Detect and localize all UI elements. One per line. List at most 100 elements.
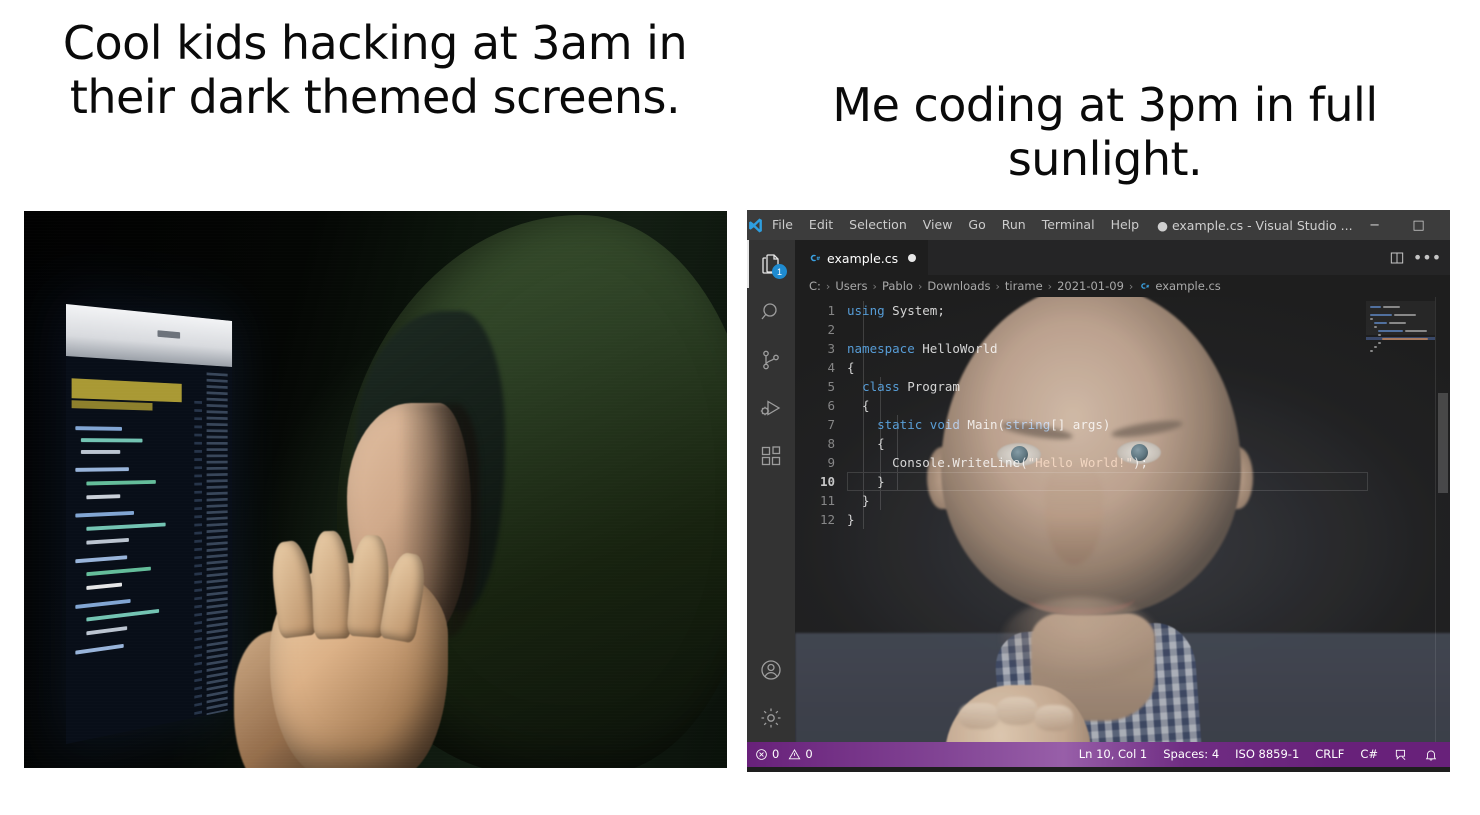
editor-actions: ••• <box>1384 240 1450 275</box>
sidebar-item-explorer[interactable]: 1 <box>747 240 795 288</box>
breadcrumb-separator: › <box>872 279 877 293</box>
window-controls: − □ ✕ <box>1353 210 1450 240</box>
minimize-button[interactable]: − <box>1353 210 1397 240</box>
maximize-button[interactable]: □ <box>1397 210 1441 240</box>
status-eol[interactable]: CRLF <box>1307 742 1352 767</box>
status-language-mode[interactable]: C# <box>1352 742 1386 767</box>
code-line[interactable]: { <box>847 358 1450 377</box>
menu-terminal[interactable]: Terminal <box>1034 210 1103 240</box>
sidebar-item-extensions[interactable] <box>747 432 795 480</box>
line-number: 11 <box>819 493 835 508</box>
dark-hacker-photo <box>24 211 727 768</box>
menu-file[interactable]: File <box>764 210 801 240</box>
editor-scrollbar[interactable] <box>1436 297 1450 742</box>
code-editor[interactable]: 1 2 3 4 5 6 7 8 9 10 11 12 using System; namespace … <box>795 297 1450 742</box>
breadcrumb-item-3[interactable]: Downloads <box>927 279 990 293</box>
feedback-icon[interactable] <box>1386 748 1416 762</box>
more-actions-icon[interactable]: ••• <box>1413 243 1441 273</box>
title-bar: File Edit Selection View Go Run Terminal… <box>747 210 1450 240</box>
editor-group: example.cs ••• C: › Users › Pablo › Down… <box>795 240 1450 742</box>
status-errors[interactable]: 0 0 <box>747 742 821 767</box>
breadcrumb-item-5[interactable]: 2021-01-09 <box>1057 279 1124 293</box>
status-indentation[interactable]: Spaces: 4 <box>1155 742 1227 767</box>
monitor-screen <box>66 304 233 744</box>
reflection-checkered-shirt <box>993 620 1209 742</box>
monitor-highlight-band-2 <box>71 400 153 411</box>
window-title: ● example.cs - Visual Studio ... <box>1157 217 1353 233</box>
status-cursor-position[interactable]: Ln 10, Col 1 <box>1071 742 1156 767</box>
error-count: 0 <box>772 747 780 761</box>
caption-right: Me coding at 3pm in full sunlight. <box>832 78 1378 187</box>
bell-icon[interactable] <box>1416 748 1450 762</box>
breadcrumb-separator: › <box>917 279 923 293</box>
reflection-fist <box>945 685 1091 742</box>
breadcrumb-item-4[interactable]: tirame <box>1005 279 1043 293</box>
monitor-code-content <box>66 356 233 744</box>
breadcrumb-item-0[interactable]: C: <box>809 279 821 293</box>
menu-selection[interactable]: Selection <box>841 210 915 240</box>
tab-label: example.cs <box>827 250 899 266</box>
code-line[interactable]: Console.WriteLine("Hello World!"); <box>847 453 1450 472</box>
meme-container: Cool kids hacking at 3am in their dark t… <box>0 0 1480 815</box>
vscode-logo-icon <box>747 217 764 234</box>
tab-dirty-indicator[interactable] <box>908 254 917 262</box>
menu-edit[interactable]: Edit <box>801 210 841 240</box>
scrollbar-thumb[interactable] <box>1438 393 1448 493</box>
workbench-body: 1 example.cs ••• C: › Users › Pablo › Do… <box>747 240 1450 742</box>
code-line[interactable]: } <box>847 491 1450 510</box>
code-line[interactable]: { <box>847 434 1450 453</box>
status-encoding[interactable]: ISO 8859-1 <box>1227 742 1307 767</box>
reflection-jacket <box>795 633 1450 742</box>
breadcrumb-separator: › <box>825 279 831 293</box>
code-line[interactable] <box>847 320 1450 339</box>
reflection-chin <box>1001 597 1161 683</box>
code-line[interactable]: static void Main(string[] args) <box>847 415 1450 434</box>
monitor-highlight-band <box>71 378 182 403</box>
code-line[interactable]: class Program <box>847 377 1450 396</box>
line-number: 1 <box>827 303 835 318</box>
breadcrumb-item-1[interactable]: Users <box>835 279 867 293</box>
menu-run[interactable]: Run <box>994 210 1034 240</box>
error-circle-icon <box>755 748 768 761</box>
monitor-minimap <box>206 372 228 744</box>
line-number: 2 <box>827 322 835 337</box>
line-number-gutter: 1 2 3 4 5 6 7 8 9 10 11 12 <box>795 301 847 529</box>
line-number: 12 <box>819 512 835 527</box>
menu-view[interactable]: View <box>915 210 961 240</box>
monitor-tab <box>157 330 181 339</box>
explorer-badge: 1 <box>772 264 787 279</box>
breadcrumb-item-6[interactable]: example.cs <box>1155 279 1220 293</box>
csharp-file-icon <box>1138 280 1150 292</box>
code-line[interactable]: } <box>847 510 1450 529</box>
tab-example-cs[interactable]: example.cs <box>795 240 929 275</box>
sidebar-item-search[interactable] <box>747 288 795 336</box>
line-number: 9 <box>827 455 835 470</box>
menu-go[interactable]: Go <box>960 210 993 240</box>
code-line[interactable]: namespace HelloWorld <box>847 339 1450 358</box>
sidebar-item-run-and-debug[interactable] <box>747 384 795 432</box>
warning-count: 0 <box>805 747 813 761</box>
status-bar: 0 0 Ln 10, Col 1 Spaces: 4 ISO 8859-1 CR… <box>747 742 1450 767</box>
line-number: 7 <box>827 417 835 432</box>
line-number: 8 <box>827 436 835 451</box>
close-button[interactable]: ✕ <box>1441 210 1450 240</box>
caption-left: Cool kids hacking at 3am in their dark t… <box>62 16 688 125</box>
code-line[interactable]: { <box>847 396 1450 415</box>
code-line[interactable]: } <box>847 472 1450 491</box>
split-editor-icon[interactable] <box>1384 243 1410 273</box>
sidebar-item-accounts[interactable] <box>747 646 795 694</box>
reflection-neck <box>1031 613 1155 721</box>
line-number: 4 <box>827 360 835 375</box>
warning-triangle-icon <box>788 748 801 761</box>
activity-bar: 1 <box>747 240 795 742</box>
menu-help[interactable]: Help <box>1103 210 1148 240</box>
sidebar-item-settings[interactable] <box>747 694 795 742</box>
code-line[interactable]: using System; <box>847 301 1450 320</box>
line-number: 10 <box>819 474 835 489</box>
breadcrumb-separator: › <box>1128 279 1134 293</box>
minimap[interactable] <box>1366 301 1436 742</box>
breadcrumb-item-2[interactable]: Pablo <box>882 279 913 293</box>
breadcrumb-separator: › <box>995 279 1000 293</box>
sidebar-item-source-control[interactable] <box>747 336 795 384</box>
code-lines: using System; namespace HelloWorld{ clas… <box>847 301 1450 529</box>
